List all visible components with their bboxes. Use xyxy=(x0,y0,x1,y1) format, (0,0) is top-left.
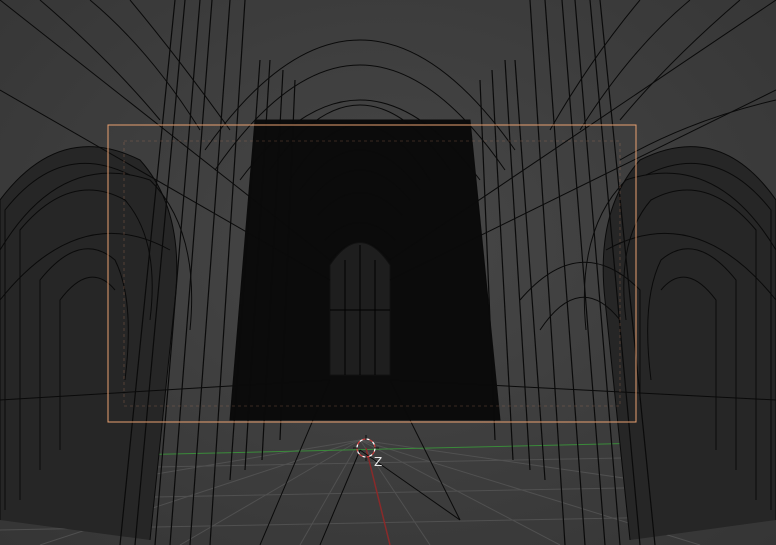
3d-viewport[interactable]: Z xyxy=(0,0,776,545)
z-axis-label: Z xyxy=(374,455,383,469)
cathedral-wireframe[interactable] xyxy=(0,0,776,545)
viewport-canvas[interactable] xyxy=(0,0,776,545)
